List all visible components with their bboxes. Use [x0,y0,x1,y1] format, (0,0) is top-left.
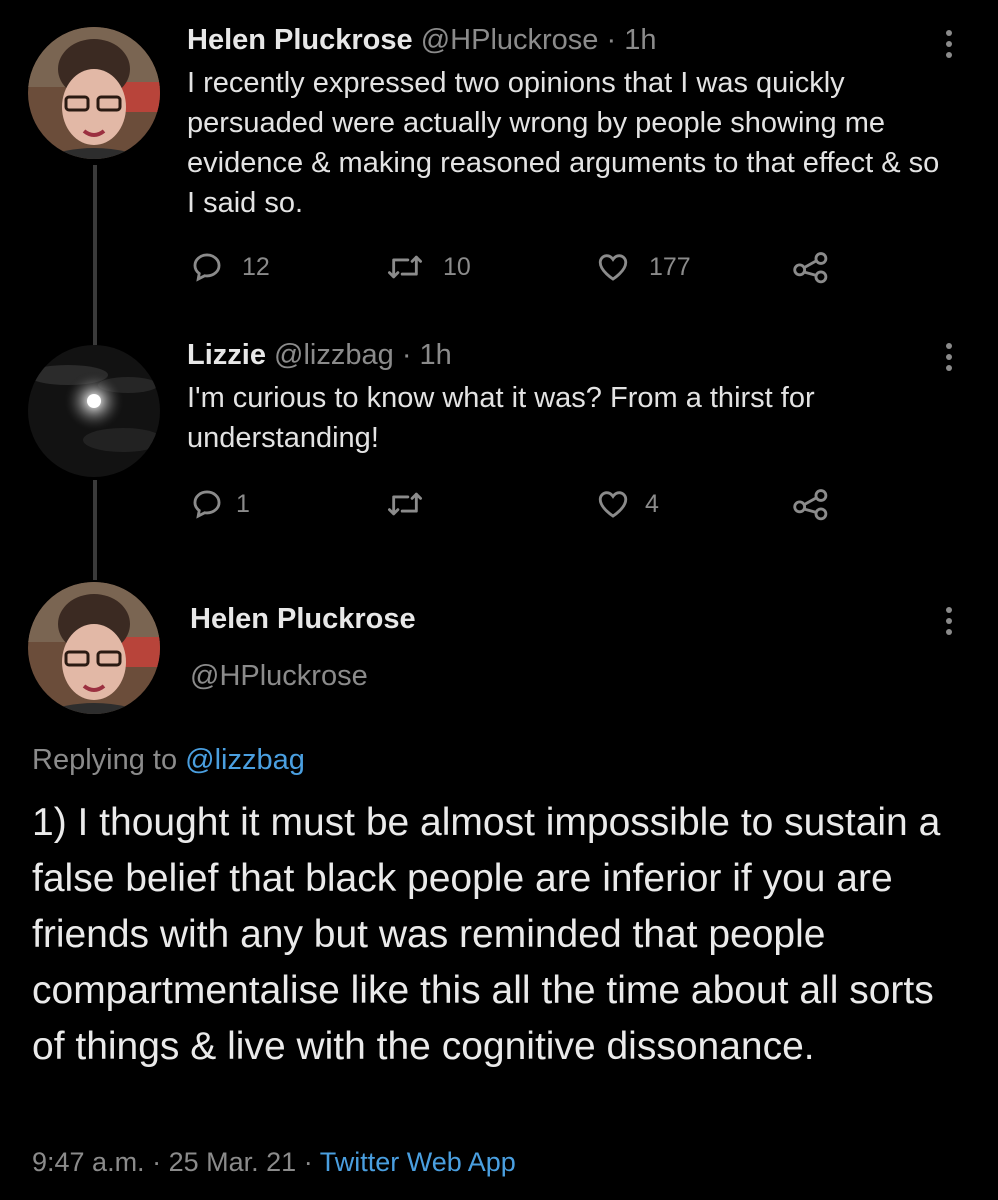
tweet-timestamp[interactable]: 9:47 a.m. [32,1147,145,1177]
separator: · [401,339,412,371]
tweet-actions: 1 4 [190,487,840,527]
replying-to: Replying to @lizzbag [32,744,305,777]
heart-icon [598,254,628,281]
separator: · [606,24,617,56]
retweet-button[interactable]: 10 [385,250,471,284]
thread-line-1 [93,165,97,345]
author-handle[interactable]: @HPluckrose [421,24,599,56]
reply-icon [193,253,221,282]
retweet-icon [388,255,423,279]
like-count: 177 [649,252,691,281]
main-tweet-text: 1) I thought it must be almost impossibl… [32,801,941,1068]
tweet-text: I recently expressed two opinions that I… [187,67,940,219]
tweet-time[interactable]: 1h [624,24,656,56]
avatar[interactable] [28,27,160,159]
tweet-header: Lizzie @lizzbag · 1h [187,339,452,372]
tweet-text: I'm curious to know what it was? From a … [187,382,815,454]
tweet-source[interactable]: Twitter Web App [320,1147,516,1177]
avatar[interactable] [28,345,160,477]
share-icon [793,489,828,521]
more-options-icon[interactable] [945,30,953,63]
share-button[interactable] [792,487,830,521]
reply-icon [193,490,221,519]
avatar[interactable] [28,582,160,714]
replying-to-label: Replying to [32,744,178,776]
like-count: 4 [645,489,659,518]
separator: · [152,1147,162,1177]
reply-count: 12 [242,252,270,281]
tweet-date[interactable]: 25 Mar. 21 [169,1147,297,1177]
reply-button[interactable]: 1 [190,487,250,521]
author-name[interactable]: Helen Pluckrose [187,24,413,56]
tweet-actions: 12 10 177 [190,250,840,290]
retweet-button[interactable] [385,487,443,521]
retweet-count: 10 [443,252,471,281]
tweet-header: Helen Pluckrose @HPluckrose · 1h [187,24,657,57]
reply-count: 1 [236,489,250,518]
more-options-icon[interactable] [945,343,953,376]
separator: · [303,1147,313,1177]
tweet-meta: 9:47 a.m. · 25 Mar. 21 · Twitter Web App [32,1147,516,1178]
reply-button[interactable]: 12 [190,250,270,284]
like-button[interactable]: 4 [595,487,659,521]
author-handle[interactable]: @HPluckrose [190,660,368,693]
author-name[interactable]: Helen Pluckrose [190,603,416,636]
more-options-icon[interactable] [945,607,953,640]
author-handle[interactable]: @lizzbag [274,339,394,371]
tweet-time[interactable]: 1h [420,339,452,371]
share-icon [793,252,828,284]
replying-to-handle[interactable]: @lizzbag [185,744,305,776]
author-name[interactable]: Lizzie [187,339,266,371]
retweet-icon [388,492,423,516]
heart-icon [598,491,628,518]
thread-line-2 [93,480,97,580]
like-button[interactable]: 177 [595,250,691,284]
share-button[interactable] [792,250,830,284]
